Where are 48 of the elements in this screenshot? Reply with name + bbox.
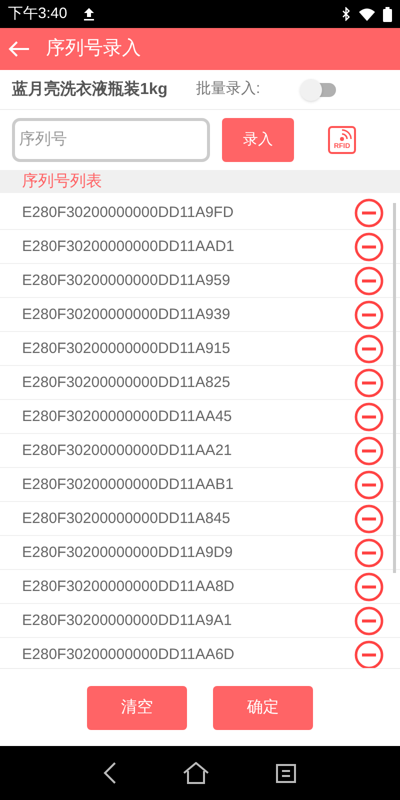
serial-row[interactable]: E280F30200000000DD11AA8D — [0, 570, 400, 604]
wifi-icon — [359, 8, 375, 20]
serial-number: E280F30200000000DD11AA45 — [22, 407, 233, 427]
remove-icon[interactable] — [354, 266, 384, 296]
home-icon[interactable] — [183, 762, 209, 784]
remove-icon[interactable] — [354, 402, 384, 432]
remove-icon[interactable] — [354, 232, 384, 262]
remove-icon[interactable] — [354, 368, 384, 398]
action-button[interactable]: 清空 — [87, 686, 187, 730]
serial-number: E280F30200000000DD11A959 — [22, 271, 232, 291]
back-icon[interactable] — [103, 762, 117, 784]
serial-input[interactable]: 序列号 — [12, 118, 210, 162]
serial-row[interactable]: E280F30200000000DD11A9A1 — [0, 604, 400, 638]
upload-icon — [83, 7, 96, 21]
clock: 下午3:40 — [8, 4, 68, 24]
serial-number: E280F30200000000DD11AAB1 — [22, 475, 235, 495]
remove-icon[interactable] — [354, 538, 384, 568]
remove-icon[interactable] — [354, 300, 384, 330]
battery-icon — [383, 6, 392, 22]
serial-row[interactable]: E280F30200000000DD11AA6D — [0, 638, 400, 668]
serial-number: E280F30200000000DD11A9D9 — [22, 543, 234, 563]
serial-number: E280F30200000000DD11A939 — [22, 305, 232, 325]
remove-icon[interactable] — [354, 606, 384, 636]
serial-number: E280F30200000000DD11A9FD — [22, 203, 235, 223]
serial-number: E280F30200000000DD11AA21 — [22, 441, 233, 461]
remove-icon[interactable] — [354, 640, 384, 668]
recents-icon[interactable] — [275, 763, 297, 783]
page-title: 序列号录入 — [46, 36, 141, 61]
remove-icon[interactable] — [354, 436, 384, 466]
remove-icon[interactable] — [354, 572, 384, 602]
enter-button[interactable]: 录入 — [222, 118, 294, 162]
serial-number: E280F30200000000DD11AA8D — [22, 577, 236, 597]
serial-number: E280F30200000000DD11A825 — [22, 373, 232, 393]
batch-label: 批量录入: — [196, 79, 260, 100]
serial-number: E280F30200000000DD11AA6D — [22, 645, 236, 665]
list-title: 序列号列表 — [22, 172, 102, 192]
batch-switch[interactable] — [300, 80, 336, 100]
product-name: 蓝月亮洗衣液瓶装1kg — [12, 79, 169, 100]
action-button[interactable]: 确定 — [213, 686, 313, 730]
remove-icon[interactable] — [354, 198, 384, 228]
serial-number: E280F30200000000DD11AAD1 — [22, 237, 236, 257]
remove-icon[interactable] — [354, 334, 384, 364]
serial-number: E280F30200000000DD11A9A1 — [22, 611, 233, 631]
remove-icon[interactable] — [354, 470, 384, 500]
serial-number: E280F30200000000DD11A845 — [22, 509, 232, 529]
bluetooth-icon — [341, 7, 351, 21]
remove-icon[interactable] — [354, 504, 384, 534]
serial-number: E280F30200000000DD11A915 — [22, 339, 232, 359]
